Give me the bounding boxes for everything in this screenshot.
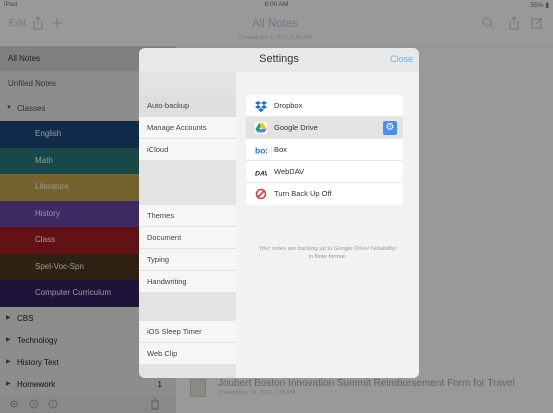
menu-item-handwriting[interactable]: Handwriting <box>139 271 236 293</box>
svg-text:DAV: DAV <box>255 170 267 177</box>
menu-item-typing[interactable]: Typing <box>139 249 236 271</box>
option-turn-backup-off[interactable]: Turn Back Up Off <box>246 183 403 205</box>
menu-item-manage-accounts[interactable]: Manage Accounts <box>139 117 236 139</box>
backup-service-list: Dropbox Google Drive ⚙ box Box <box>246 95 403 205</box>
google-drive-icon <box>255 122 267 134</box>
option-label: Box <box>274 145 287 154</box>
option-box[interactable]: box Box <box>246 139 403 161</box>
dialog-header: Settings Close <box>139 48 419 72</box>
option-label: Dropbox <box>274 101 303 110</box>
dialog-title: Settings <box>259 53 299 65</box>
prohibited-icon <box>255 188 267 200</box>
option-label: Turn Back Up Off <box>274 189 332 198</box>
settings-dialog: Settings Close Auto-backup Manage Accoun… <box>139 48 419 378</box>
option-webdav[interactable]: DAV WebDAV <box>246 161 403 183</box>
settings-menu: Auto-backup Manage Accounts iCloud Theme… <box>139 72 236 378</box>
menu-item-auto-backup[interactable]: Auto-backup <box>139 95 236 117</box>
option-dropbox[interactable]: Dropbox <box>246 95 403 117</box>
backup-options-panel: Dropbox Google Drive ⚙ box Box <box>236 72 419 378</box>
close-button[interactable]: Close <box>390 54 413 64</box>
menu-item-themes[interactable]: Themes <box>139 205 236 227</box>
webdav-icon: DAV <box>255 170 267 177</box>
menu-item-document[interactable]: Document <box>139 227 236 249</box>
option-label: WebDAV <box>274 167 305 176</box>
backup-status-text: Your notes are backing up to Google Driv… <box>258 246 397 260</box>
menu-item-ios-sleep-timer[interactable]: iOS Sleep Timer <box>139 321 236 343</box>
box-icon: box <box>255 145 267 155</box>
option-google-drive[interactable]: Google Drive ⚙ <box>246 117 403 139</box>
svg-text:box: box <box>255 145 267 155</box>
menu-item-web-clip[interactable]: Web Clip <box>139 343 236 365</box>
configure-gear-icon[interactable]: ⚙ <box>383 121 397 135</box>
menu-item-icloud[interactable]: iCloud <box>139 139 236 161</box>
dropbox-icon <box>255 101 267 112</box>
option-label: Google Drive <box>274 123 318 132</box>
